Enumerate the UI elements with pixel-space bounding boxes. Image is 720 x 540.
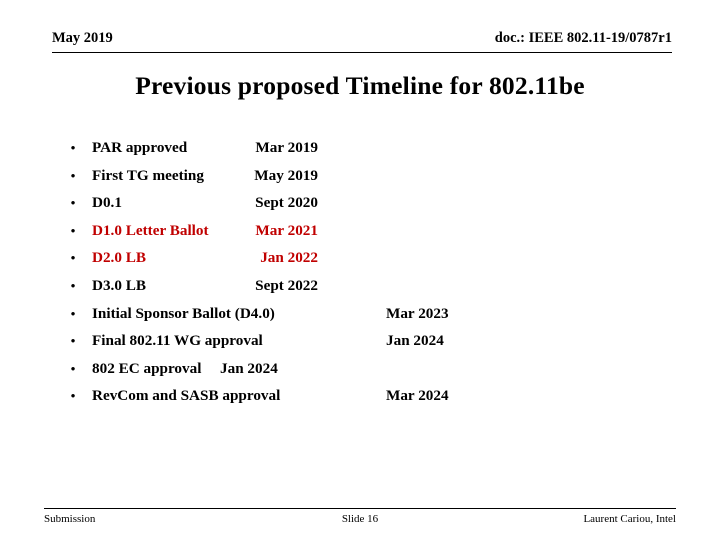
timeline-bullet-list: • PAR approved Mar 2019 • First TG meeting Ma… xyxy=(62,134,662,410)
timeline-milestone-label: D0.1 xyxy=(92,194,122,212)
bullet-point-icon: • xyxy=(70,195,76,211)
bullet-point-icon: • xyxy=(70,140,76,155)
bullet-point-icon: • xyxy=(70,250,76,266)
timeline-row: • 802 EC approval Jan 2024 xyxy=(62,355,662,383)
timeline-row: • Initial Sponsor Ballot (D4.0) Mar 2023 xyxy=(62,300,662,328)
bullet-point-icon: • xyxy=(70,333,76,349)
timeline-milestone-date: May 2019 xyxy=(254,166,318,184)
page-title: Previous proposed Timeline for 802.11be xyxy=(135,71,585,100)
timeline-milestone-label: D3.0 LB xyxy=(92,276,147,294)
timeline-row: • D1.0 Letter Ballot Mar 2021 xyxy=(62,217,662,245)
timeline-milestone-date: Mar 2021 xyxy=(255,221,318,239)
bullet-point-icon: • xyxy=(70,277,76,293)
header-doc-number: doc.: IEEE 802.11-19/0787r1 xyxy=(494,30,672,46)
timeline-row: • Final 802.11 WG approval Jan 2024 xyxy=(62,327,662,355)
timeline-row: • D0.1 Sept 2020 xyxy=(62,189,662,217)
timeline-milestone-date: Jan 2024 xyxy=(386,332,444,350)
timeline-milestone-date: Sept 2020 xyxy=(255,194,318,212)
timeline-milestone-date: Mar 2024 xyxy=(386,387,449,405)
bullet-point-icon: • xyxy=(70,388,76,404)
timeline-row: • First TG meeting May 2019 xyxy=(62,162,662,190)
slide-header: May 2019 doc.: IEEE 802.11-19/0787r1 xyxy=(52,28,672,53)
timeline-milestone-date: Mar 2023 xyxy=(386,304,449,322)
bullet-point-icon: • xyxy=(70,305,76,321)
timeline-milestone-date: Jan 2024 xyxy=(220,359,278,377)
timeline-row: • D2.0 LB Jan 2022 xyxy=(62,244,662,272)
timeline-milestone-label: 802 EC approval xyxy=(92,359,202,377)
header-date: May 2019 xyxy=(52,30,113,46)
timeline-row: • PAR approved Mar 2019 xyxy=(62,134,662,162)
timeline-milestone-date: Mar 2019 xyxy=(255,139,318,156)
timeline-milestone-label: Initial Sponsor Ballot (D4.0) xyxy=(92,304,275,322)
slide-footer: Submission Slide 16 Laurent Cariou, Inte… xyxy=(44,508,676,531)
bullet-point-icon: • xyxy=(70,222,76,238)
timeline-milestone-date: Sept 2022 xyxy=(255,276,318,294)
footer-author: Laurent Cariou, Intel xyxy=(583,513,676,525)
timeline-row: • D3.0 LB Sept 2022 xyxy=(62,272,662,300)
slide: May 2019 doc.: IEEE 802.11-19/0787r1 Pre… xyxy=(0,0,720,540)
footer-slide-number: Slide 16 xyxy=(341,513,379,525)
timeline-milestone-date: Jan 2022 xyxy=(260,249,318,267)
bullet-point-icon: • xyxy=(70,167,76,183)
bullet-point-icon: • xyxy=(70,360,76,376)
timeline-milestone-label: RevCom and SASB approval xyxy=(92,387,281,405)
timeline-milestone-label: Final 802.11 WG approval xyxy=(92,332,263,350)
timeline-milestone-label: D2.0 LB xyxy=(92,249,147,267)
timeline-row: • RevCom and SASB approval Mar 2024 xyxy=(62,382,662,410)
